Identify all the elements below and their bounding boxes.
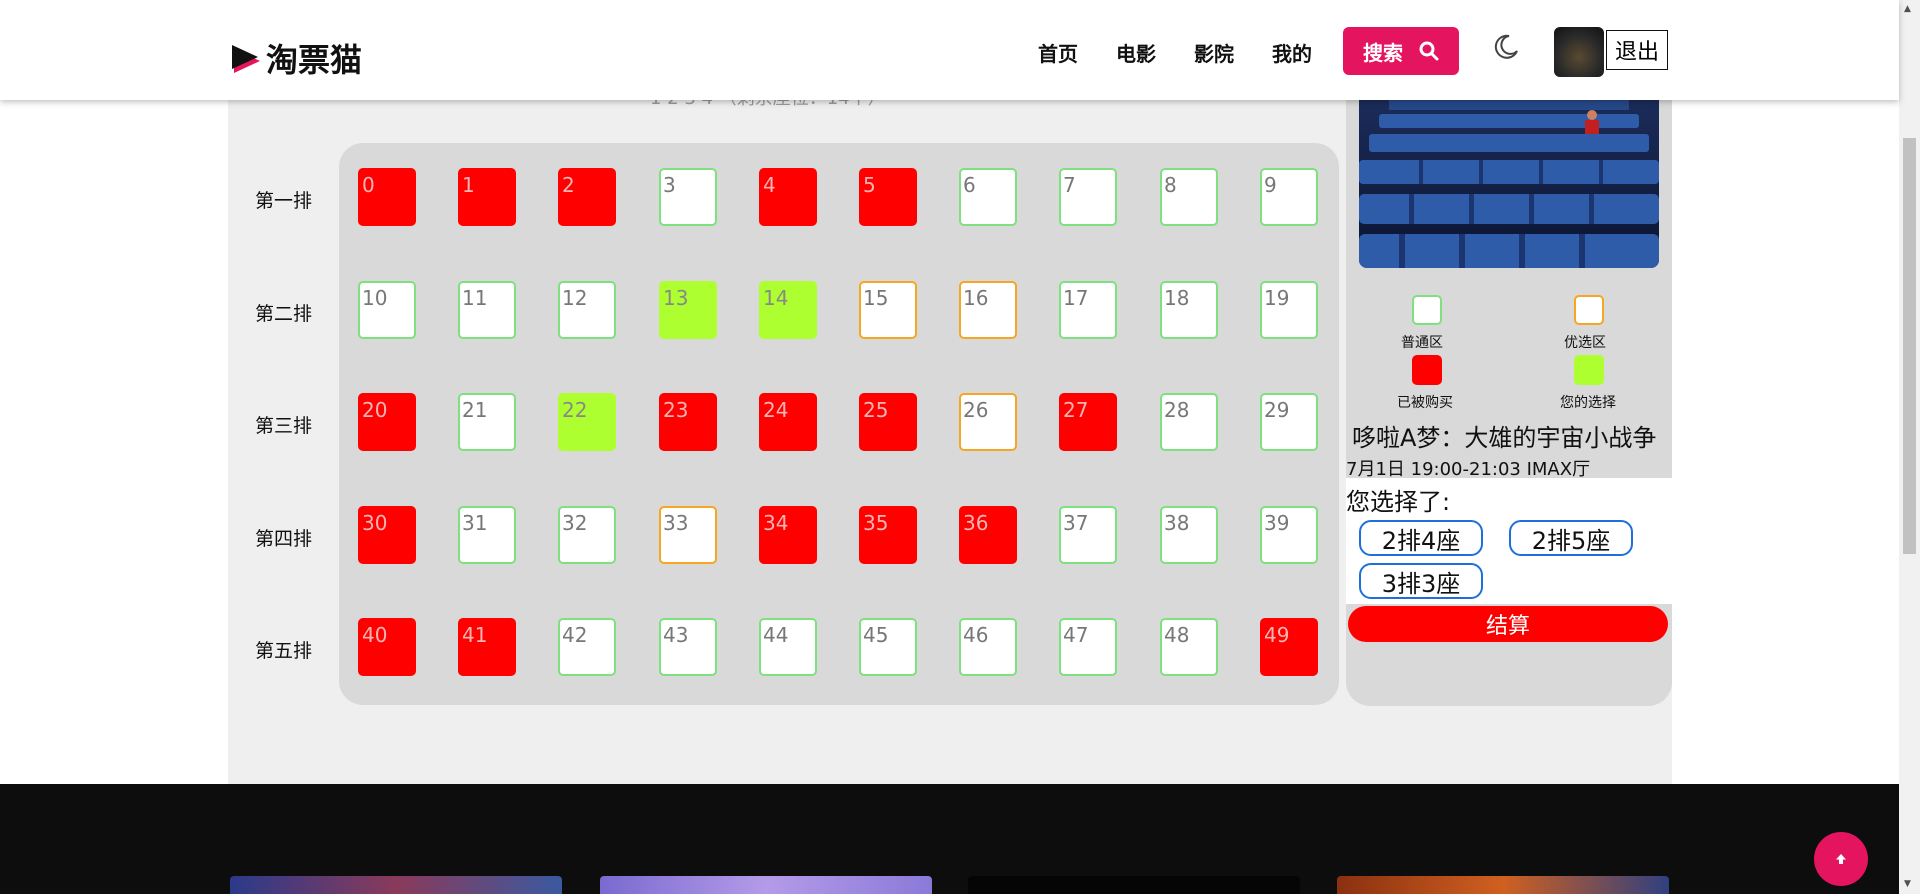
- row-label: 第四排: [255, 528, 313, 550]
- seat-normal[interactable]: 11: [458, 281, 516, 339]
- seat-normal[interactable]: 28: [1160, 393, 1218, 451]
- seat-sold: 1: [458, 168, 516, 226]
- seat-sold: 24: [759, 393, 817, 451]
- seat-normal[interactable]: 21: [458, 393, 516, 451]
- seat-selected[interactable]: 22: [558, 393, 616, 451]
- seat-sold: 0: [358, 168, 416, 226]
- seat-sold: 20: [358, 393, 416, 451]
- legend-label: 普通区: [1401, 335, 1443, 351]
- seat-normal[interactable]: 38: [1160, 506, 1218, 564]
- theme-toggle[interactable]: [1490, 32, 1520, 66]
- seat-normal[interactable]: 29: [1260, 393, 1318, 451]
- legend-label: 您的选择: [1560, 395, 1616, 411]
- movie-poster[interactable]: [600, 876, 932, 894]
- seat-sold: 41: [458, 618, 516, 676]
- nav-cinemas[interactable]: 影院: [1194, 38, 1272, 67]
- selection-title: 您选择了:: [1346, 488, 1451, 516]
- seat-normal[interactable]: 45: [859, 618, 917, 676]
- seat-selected[interactable]: 14: [759, 281, 817, 339]
- scrollbar-thumb[interactable]: [1903, 138, 1916, 554]
- movie-title: 哆啦A梦：大雄的宇宙小战争: [1352, 424, 1657, 452]
- nav-home[interactable]: 首页: [1038, 38, 1116, 67]
- movie-poster[interactable]: [1337, 876, 1669, 894]
- legend-swatch-normal: [1412, 295, 1442, 325]
- movie-poster[interactable]: [230, 876, 562, 894]
- seat-normal[interactable]: 44: [759, 618, 817, 676]
- seat-normal[interactable]: 7: [1059, 168, 1117, 226]
- seat-sold: 4: [759, 168, 817, 226]
- selected-seat-chip[interactable]: 3排3座: [1359, 563, 1483, 599]
- seat-selected[interactable]: 13: [659, 281, 717, 339]
- site-logo[interactable]: 淘票猫: [230, 36, 362, 80]
- seat-sold: 36: [959, 506, 1017, 564]
- selected-seat-chip[interactable]: 2排5座: [1509, 520, 1633, 556]
- seat-normal[interactable]: 37: [1059, 506, 1117, 564]
- moon-icon: [1494, 34, 1518, 59]
- legend-swatch-selected: [1574, 355, 1604, 385]
- row-label: 第五排: [255, 640, 313, 662]
- back-to-top-button[interactable]: [1814, 832, 1868, 886]
- seat-normal[interactable]: 9: [1260, 168, 1318, 226]
- play-triangle-icon: [232, 45, 260, 73]
- seat-sold: 30: [358, 506, 416, 564]
- seat-normal[interactable]: 18: [1160, 281, 1218, 339]
- seat-sold: 27: [1059, 393, 1117, 451]
- seat-preferred[interactable]: 15: [859, 281, 917, 339]
- selected-seat-chip[interactable]: 2排4座: [1359, 520, 1483, 556]
- nav-mine[interactable]: 我的: [1272, 38, 1350, 67]
- seat-normal[interactable]: 47: [1059, 618, 1117, 676]
- seat-sold: 23: [659, 393, 717, 451]
- seat-normal[interactable]: 46: [959, 618, 1017, 676]
- seat-preferred[interactable]: 26: [959, 393, 1017, 451]
- seat-sold: 35: [859, 506, 917, 564]
- scroll-up-arrow[interactable]: ▲: [1904, 4, 1911, 14]
- legend-label: 优选区: [1564, 335, 1606, 351]
- main-nav: 首页 电影 影院 我的: [1038, 38, 1350, 67]
- seat-normal[interactable]: 31: [458, 506, 516, 564]
- seat-normal[interactable]: 39: [1260, 506, 1318, 564]
- row-label: 第二排: [255, 303, 313, 325]
- seat-normal[interactable]: 3: [659, 168, 717, 226]
- seat-normal[interactable]: 10: [358, 281, 416, 339]
- seat-normal[interactable]: 43: [659, 618, 717, 676]
- seat-preferred[interactable]: 33: [659, 506, 717, 564]
- seat-normal[interactable]: 6: [959, 168, 1017, 226]
- seat-normal[interactable]: 8: [1160, 168, 1218, 226]
- legend-swatch-sold: [1412, 355, 1442, 385]
- seat-sold: 25: [859, 393, 917, 451]
- movie-poster[interactable]: [968, 876, 1300, 894]
- search-button[interactable]: 搜索: [1343, 27, 1459, 75]
- cinema-hall-image: [1359, 100, 1659, 268]
- seat-sold: 5: [859, 168, 917, 226]
- seat-normal[interactable]: 48: [1160, 618, 1218, 676]
- seat-sold: 49: [1260, 618, 1318, 676]
- seat-normal[interactable]: 19: [1260, 281, 1318, 339]
- seat-normal[interactable]: 32: [558, 506, 616, 564]
- legend-swatch-preferred: [1574, 295, 1604, 325]
- seat-normal[interactable]: 12: [558, 281, 616, 339]
- seat-normal[interactable]: 17: [1059, 281, 1117, 339]
- search-label: 搜索: [1363, 40, 1403, 65]
- search-icon: [1419, 41, 1439, 61]
- scroll-down-arrow[interactable]: ▼: [1904, 879, 1911, 889]
- seat-normal[interactable]: 42: [558, 618, 616, 676]
- nav-movies[interactable]: 电影: [1116, 38, 1194, 67]
- legend-label: 已被购买: [1397, 395, 1453, 411]
- top-header: 淘票猫 首页 电影 影院 我的 搜索 退出: [0, 0, 1899, 100]
- row-label: 第三排: [255, 415, 313, 437]
- row-label: 第一排: [255, 190, 313, 212]
- logo-text: 淘票猫: [266, 41, 363, 79]
- arrow-up-icon: [1836, 854, 1846, 864]
- seat-preferred[interactable]: 16: [959, 281, 1017, 339]
- logout-button[interactable]: 退出: [1606, 30, 1668, 70]
- seat-sold: 2: [558, 168, 616, 226]
- seat-sold: 34: [759, 506, 817, 564]
- seat-sold: 40: [358, 618, 416, 676]
- avatar[interactable]: [1554, 27, 1604, 77]
- checkout-button[interactable]: 结算: [1348, 606, 1668, 642]
